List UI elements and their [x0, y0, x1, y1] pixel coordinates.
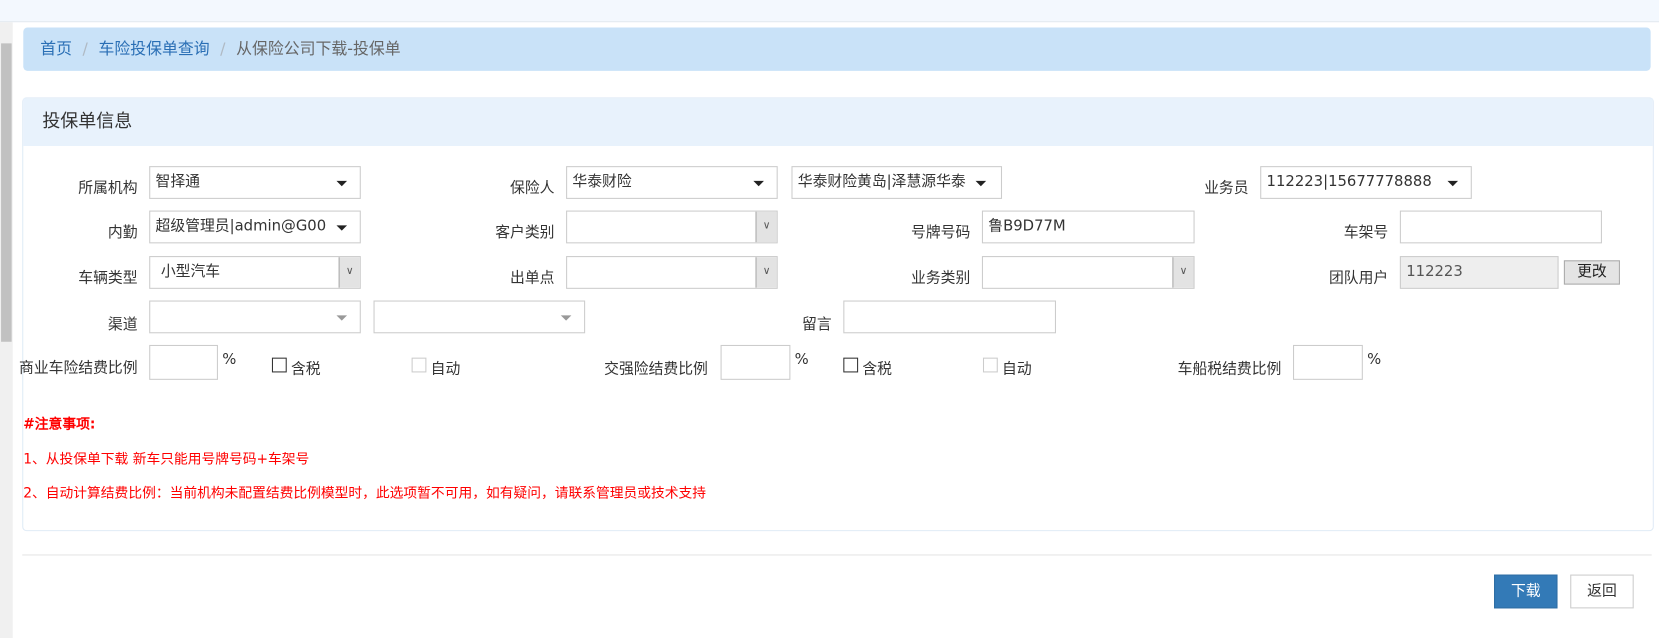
- commercial-rate-label: 商业车险结费比例: [19, 359, 138, 377]
- channel-select[interactable]: [149, 300, 361, 334]
- note-item: 2、自动计算结费比例：当前机构未配置结费比例模型时，此选项暂不可用，如有疑问，请…: [23, 485, 707, 502]
- team-user-label: 团队用户: [1328, 269, 1389, 287]
- chevron-down-icon: ∨: [755, 211, 777, 243]
- notes-title: #注意事项:: [23, 416, 96, 433]
- biz-type-select[interactable]: ∨: [981, 256, 1195, 289]
- commercial-auto-checkbox: [411, 357, 427, 373]
- breadcrumb-separator: /: [82, 39, 88, 59]
- salesman-value: 112223|15677778888: [1266, 173, 1432, 191]
- note-item: 1、从投保单下载 新车只能用号牌号码+车架号: [23, 451, 310, 468]
- issue-point-label: 出单点: [510, 269, 555, 287]
- vessel-tax-rate-input[interactable]: [1292, 344, 1363, 380]
- vehicle-type-label: 车辆类型: [78, 269, 138, 287]
- breadcrumb-list[interactable]: 车险投保单查询: [98, 39, 209, 58]
- org-value: 智择通: [155, 173, 200, 191]
- org-label: 所属机构: [78, 179, 138, 197]
- salesman-select[interactable]: 112223|15677778888: [1260, 166, 1472, 199]
- org-select[interactable]: 智择通: [149, 166, 361, 199]
- clerk-select[interactable]: 超级管理员|admin@G00: [149, 210, 361, 244]
- commercial-auto-label: 自动: [430, 360, 461, 378]
- caret-down-icon: [753, 180, 764, 187]
- compulsory-auto-label: 自动: [1002, 360, 1032, 378]
- channel-label: 渠道: [107, 316, 138, 334]
- breadcrumb-current: 从保险公司下载-投保单: [236, 39, 401, 59]
- team-user-input: 112223: [1399, 256, 1559, 289]
- vessel-tax-rate-label: 车船税结费比例: [1177, 360, 1282, 378]
- chevron-down-icon: ∨: [338, 257, 360, 288]
- insurer-label: 保险人: [510, 179, 555, 197]
- compulsory-tax-checkbox[interactable]: [843, 357, 859, 373]
- panel-title: 投保单信息: [42, 111, 133, 133]
- top-bar: [0, 0, 1659, 23]
- vin-label: 车架号: [1343, 224, 1389, 242]
- sub-channel-select[interactable]: [373, 300, 586, 334]
- caret-down-icon: [1447, 180, 1459, 187]
- commercial-rate-unit: %: [222, 351, 237, 369]
- biz-type-label: 业务类别: [911, 269, 971, 287]
- vehicle-type-select[interactable]: 小型汽车 ∨: [149, 256, 361, 289]
- vin-input[interactable]: [1399, 210, 1602, 244]
- chevron-down-icon: ∨: [1172, 257, 1194, 288]
- change-team-user-button[interactable]: 更改: [1563, 260, 1620, 285]
- message-input[interactable]: [843, 300, 1056, 334]
- issue-point-select[interactable]: ∨: [566, 256, 778, 289]
- breadcrumb: 首页 / 车险投保单查询 / 从保险公司下载-投保单: [23, 27, 1651, 71]
- download-button[interactable]: 下载: [1494, 574, 1558, 609]
- caret-down-icon: [336, 180, 348, 187]
- back-button[interactable]: 返回: [1570, 574, 1634, 609]
- panel-header: 投保单信息: [23, 98, 1653, 147]
- vessel-tax-rate-unit: %: [1367, 351, 1382, 369]
- commercial-tax-label: 含税: [290, 360, 321, 378]
- insurer-branch-value: 华泰财险黄岛|泽慧源华泰: [797, 173, 966, 191]
- commercial-rate-input[interactable]: [149, 344, 218, 380]
- divider: [22, 554, 1652, 556]
- caret-down-icon: [560, 315, 572, 321]
- clerk-label: 内勤: [107, 224, 138, 242]
- caret-down-icon: [336, 225, 348, 231]
- salesman-label: 业务员: [1204, 179, 1249, 197]
- customer-type-select[interactable]: ∨: [566, 210, 778, 244]
- breadcrumb-home[interactable]: 首页: [40, 39, 72, 58]
- compulsory-rate-label: 交强险结费比例: [604, 360, 708, 378]
- caret-down-icon: [336, 315, 348, 321]
- plate-input[interactable]: 鲁B9D77M: [981, 210, 1195, 244]
- compulsory-tax-label: 含税: [862, 360, 892, 378]
- caret-down-icon: [975, 180, 987, 187]
- insurer-value: 华泰财险: [572, 173, 632, 191]
- compulsory-rate-input[interactable]: [720, 344, 791, 380]
- message-label: 留言: [802, 316, 832, 334]
- plate-label: 号牌号码: [911, 224, 971, 242]
- customer-type-label: 客户类别: [495, 224, 555, 242]
- breadcrumb-separator: /: [220, 39, 226, 59]
- vehicle-type-value: 小型汽车: [160, 263, 221, 281]
- chevron-down-icon: ∨: [755, 257, 777, 288]
- compulsory-auto-checkbox: [982, 357, 998, 373]
- commercial-tax-checkbox[interactable]: [271, 357, 287, 373]
- clerk-value: 超级管理员|admin@G00: [155, 217, 327, 235]
- compulsory-rate-unit: %: [794, 351, 809, 369]
- insurer-select[interactable]: 华泰财险: [566, 166, 778, 199]
- insurer-branch-select[interactable]: 华泰财险黄岛|泽慧源华泰: [791, 166, 1003, 199]
